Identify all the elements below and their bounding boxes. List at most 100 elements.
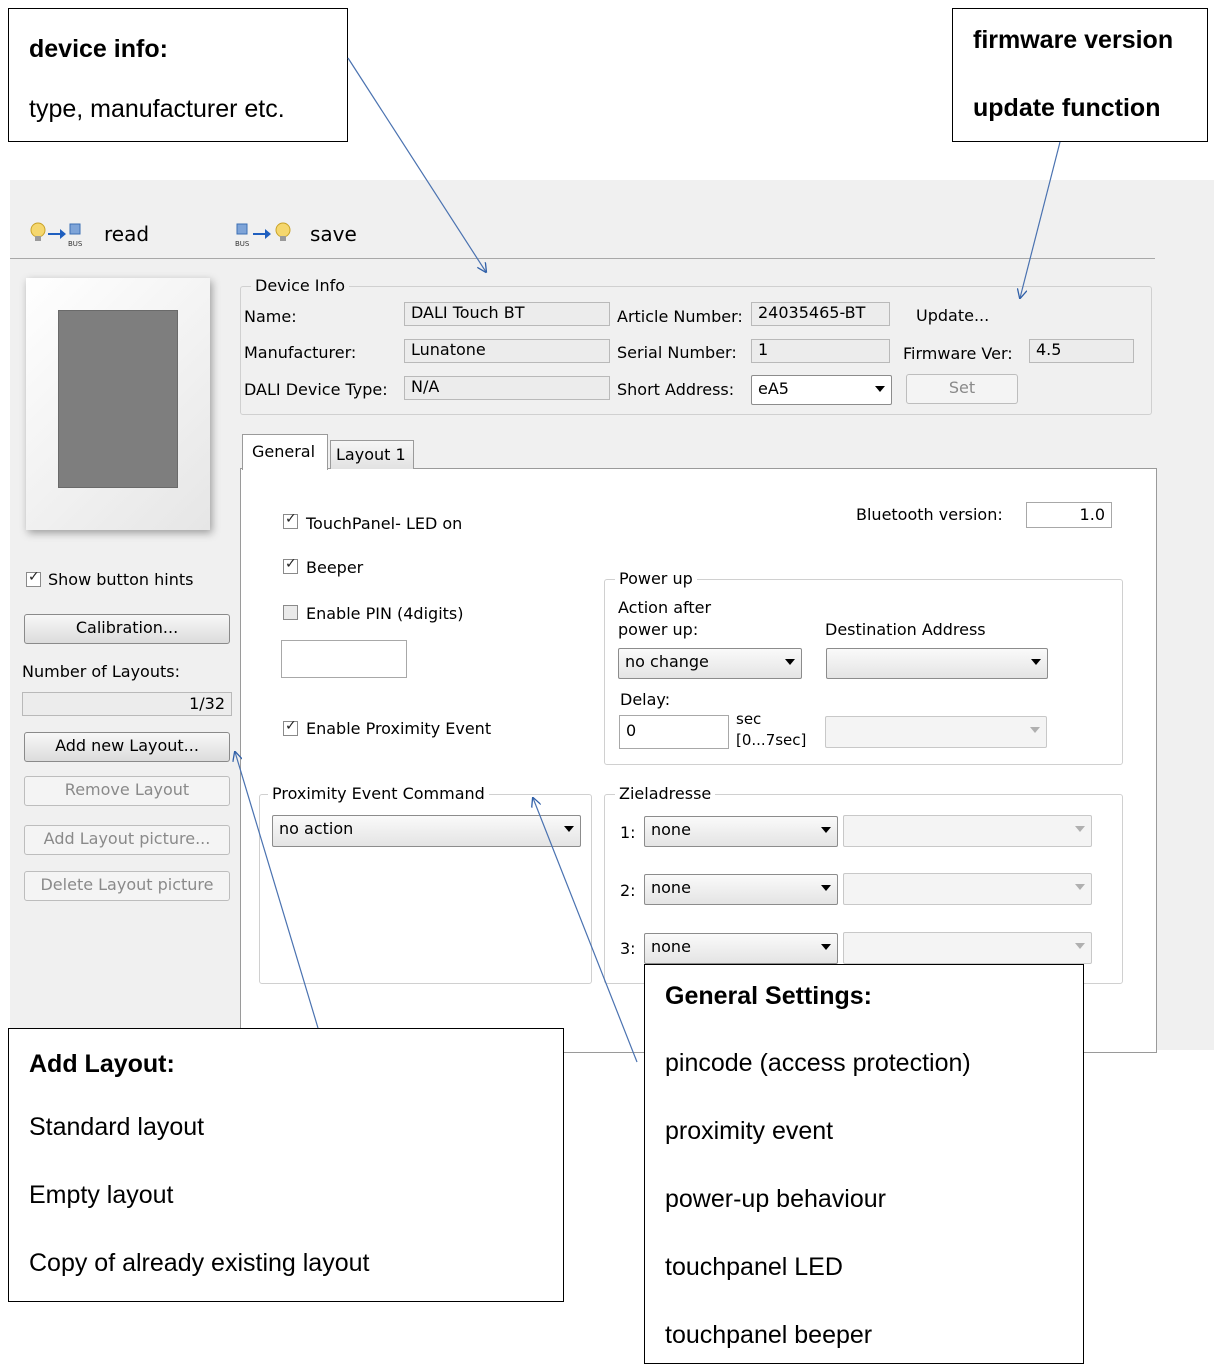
bluetooth-version-label: Bluetooth version:: [856, 505, 1003, 524]
callout-firmware: firmware version update function: [952, 8, 1208, 142]
callout-add-layout-line-3: Copy of already existing layout: [29, 1249, 370, 1277]
chevron-down-icon: [821, 827, 831, 833]
beeper-label: Beeper: [306, 558, 364, 577]
power-up-action-value: no change: [625, 652, 709, 671]
sec-label-1: sec: [736, 710, 762, 728]
remove-layout-button[interactable]: Remove Layout: [24, 776, 230, 806]
bluetooth-version-value: 1.0: [1026, 502, 1112, 528]
read-button[interactable]: read: [104, 222, 149, 246]
article-number-label: Article Number:: [617, 307, 743, 326]
proximity-command-group-title: Proximity Event Command: [268, 784, 489, 803]
show-hints-label: Show button hints: [48, 570, 194, 589]
power-up-action-dropdown[interactable]: no change: [618, 648, 802, 679]
zieladresse-group-title: Zieladresse: [615, 784, 716, 803]
target-1-label: 1:: [620, 823, 636, 842]
show-hints-checkbox[interactable]: [26, 569, 41, 587]
tab-general-label: General: [252, 442, 316, 461]
layouts-count-label: Number of Layouts:: [22, 662, 180, 681]
destination-address-label: Destination Address: [825, 620, 986, 639]
chevron-down-icon: [875, 386, 885, 392]
name-label: Name:: [244, 307, 297, 326]
enable-proximity-label: Enable Proximity Event: [306, 719, 492, 738]
callout-general-settings-line-4: touchpanel LED: [665, 1253, 843, 1281]
firmware-version-label: Firmware Ver:: [903, 344, 1013, 363]
set-address-button[interactable]: Set: [906, 374, 1018, 404]
target-2-value: none: [651, 878, 691, 897]
destination-address-dropdown[interactable]: [826, 648, 1048, 679]
svg-text:BUS: BUS: [68, 240, 83, 248]
callout-general-settings-line-2: proximity event: [665, 1117, 834, 1145]
article-number-value: 24035465-BT: [751, 302, 890, 326]
callout-add-layout-line-2: Empty layout: [29, 1181, 174, 1209]
layouts-count-value: 1/32: [22, 692, 232, 716]
manufacturer-label: Manufacturer:: [244, 343, 357, 362]
chevron-down-icon: [821, 885, 831, 891]
short-address-value: eA5: [758, 379, 789, 398]
callout-firmware-title: firmware version: [973, 26, 1174, 54]
delay-input[interactable]: 0: [619, 715, 729, 749]
target-1-dropdown[interactable]: none: [644, 816, 838, 847]
tab-layout1-label: Layout 1: [336, 445, 406, 464]
add-layout-picture-button[interactable]: Add Layout picture...: [24, 825, 230, 855]
serial-number-value: 1: [751, 339, 890, 363]
callout-general-settings-line-3: power-up behaviour: [665, 1185, 886, 1213]
target-3-label: 3:: [620, 939, 636, 958]
device-info-group-title: Device Info: [251, 276, 350, 295]
touchpanel-led-label: TouchPanel- LED on: [306, 514, 463, 533]
target-1-address-dropdown[interactable]: [843, 815, 1092, 847]
callout-device-info-title: device info:: [29, 35, 168, 63]
beeper-checkbox[interactable]: [283, 556, 298, 574]
power-up-group-title: Power up: [615, 569, 697, 588]
chevron-down-icon: [785, 659, 795, 665]
touchpanel-led-checkbox[interactable]: [283, 511, 298, 529]
read-from-bus-icon[interactable]: BUS: [28, 218, 88, 248]
chevron-down-icon: [1075, 943, 1085, 949]
device-preview: [26, 278, 210, 530]
device-screen: [58, 310, 178, 488]
chevron-down-icon: [1075, 826, 1085, 832]
delete-layout-picture-button[interactable]: Delete Layout picture: [24, 871, 230, 901]
callout-general-settings-line-5: touchpanel beeper: [665, 1321, 873, 1349]
update-button[interactable]: Update...: [916, 306, 989, 325]
target-3-value: none: [651, 937, 691, 956]
chevron-down-icon: [1030, 727, 1040, 733]
enable-pin-label: Enable PIN (4digits): [306, 604, 464, 623]
target-2-dropdown[interactable]: none: [644, 874, 838, 905]
serial-number-label: Serial Number:: [617, 343, 737, 362]
callout-add-layout: Add Layout: Standard layout Empty layout…: [8, 1028, 564, 1302]
calibration-button[interactable]: Calibration...: [24, 614, 230, 644]
name-value: DALI Touch BT: [404, 302, 610, 326]
action-after-label-1: Action after: [618, 598, 712, 617]
callout-add-layout-title: Add Layout:: [29, 1050, 175, 1078]
pin-input[interactable]: [281, 640, 407, 678]
sec-label-2: [0...7sec]: [736, 731, 807, 749]
tab-layout1[interactable]: Layout 1: [330, 440, 414, 469]
save-to-bus-icon[interactable]: BUS: [233, 218, 299, 248]
chevron-down-icon: [1031, 659, 1041, 665]
target-3-address-dropdown[interactable]: [843, 932, 1092, 964]
save-button[interactable]: save: [310, 222, 357, 246]
chevron-down-icon: [564, 826, 574, 832]
callout-device-info-line: type, manufacturer etc.: [29, 95, 285, 123]
svg-text:BUS: BUS: [235, 240, 250, 248]
add-layout-button[interactable]: Add new Layout...: [24, 732, 230, 762]
enable-pin-checkbox[interactable]: [283, 605, 298, 620]
chevron-down-icon: [821, 944, 831, 950]
target-1-value: none: [651, 820, 691, 839]
tab-general[interactable]: General: [242, 434, 328, 470]
target-2-address-dropdown[interactable]: [843, 873, 1092, 905]
callout-add-layout-line-1: Standard layout: [29, 1113, 205, 1141]
proximity-command-dropdown[interactable]: no action: [272, 815, 581, 847]
delay-target-dropdown[interactable]: [825, 716, 1047, 748]
device-type-value: N/A: [404, 376, 610, 400]
target-3-dropdown[interactable]: none: [644, 933, 838, 964]
callout-general-settings: General Settings: pincode (access protec…: [644, 964, 1084, 1364]
chevron-down-icon: [1075, 884, 1085, 890]
target-2-label: 2:: [620, 881, 636, 900]
callout-general-settings-line-1: pincode (access protection): [665, 1049, 971, 1077]
device-type-label: DALI Device Type:: [244, 380, 388, 399]
enable-proximity-checkbox[interactable]: [283, 718, 298, 736]
short-address-dropdown[interactable]: eA5: [751, 375, 892, 405]
action-after-label-2: power up:: [618, 620, 699, 639]
toolbar-divider: [10, 258, 1155, 259]
